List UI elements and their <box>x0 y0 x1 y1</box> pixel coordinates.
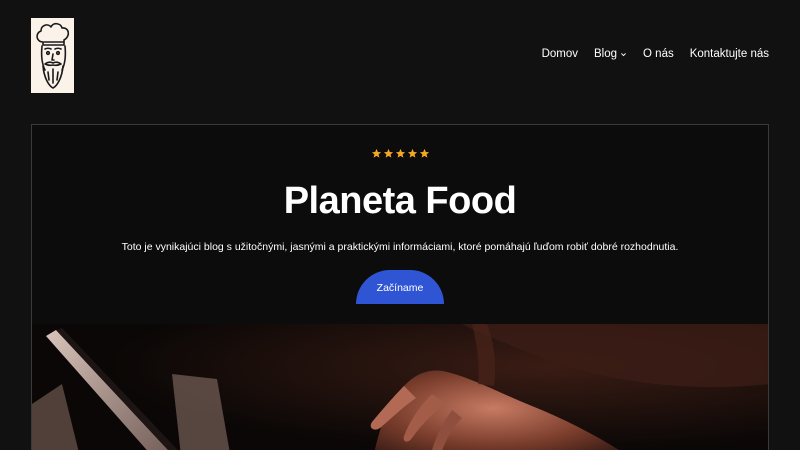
nav-item-domov[interactable]: Domov <box>542 48 578 60</box>
tablet-hand-photo <box>32 324 768 450</box>
nav-item-label: Domov <box>541 48 578 60</box>
nav-item-label: Blog <box>594 48 618 60</box>
site-logo[interactable] <box>31 18 74 93</box>
star-icon <box>395 148 405 158</box>
hero-subtitle: Toto je vynikajúci blog s užitočnými, ja… <box>121 241 679 253</box>
star-icon <box>419 148 429 158</box>
chevron-down-icon <box>621 52 626 56</box>
chef-logo-icon <box>36 22 70 89</box>
nav-item-label: Kontaktujte nás <box>689 48 769 60</box>
star-icon <box>383 148 393 158</box>
hero-image <box>32 324 768 450</box>
hero-section: Planeta Food Toto je vynikajúci blog s u… <box>31 124 769 450</box>
nav-item-label: O nás <box>643 48 674 60</box>
star-rating <box>32 148 768 159</box>
nav-item-blog[interactable]: Blog <box>594 48 627 60</box>
nav-item-kontakt[interactable]: Kontaktujte nás <box>690 48 769 60</box>
get-started-button[interactable]: Začíname <box>356 270 444 304</box>
main-nav: Domov Blog O nás Kontaktujte nás <box>542 48 769 60</box>
page-title: Planeta Food <box>283 180 517 222</box>
star-icon <box>371 148 381 158</box>
page: Domov Blog O nás Kontaktujte nás Planeta… <box>0 0 800 450</box>
nav-item-o-nas[interactable]: O nás <box>643 48 674 60</box>
star-icon <box>407 148 417 158</box>
